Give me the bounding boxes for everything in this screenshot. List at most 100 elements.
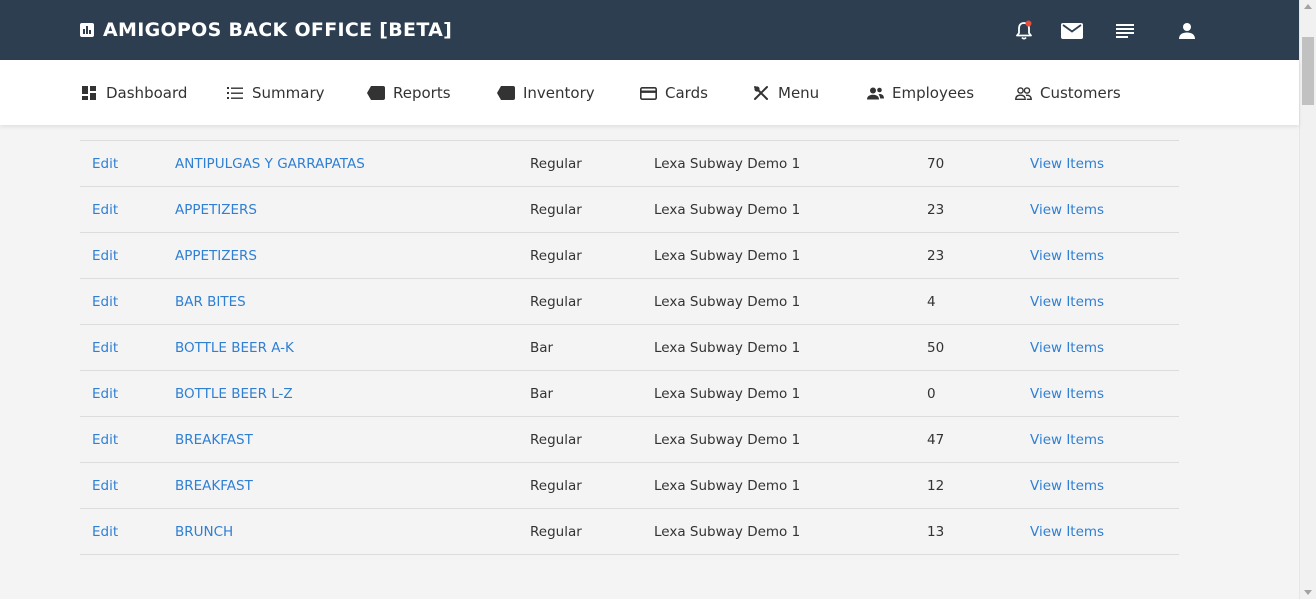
tag-icon [367, 84, 385, 102]
category-type: Regular [530, 202, 582, 218]
view-items-link[interactable]: View Items [1030, 325, 1104, 371]
nav-item-employees[interactable]: Employees [866, 83, 974, 103]
store-name: Lexa Subway Demo 1 [654, 202, 801, 218]
view-items-link[interactable]: View Items [1030, 509, 1104, 555]
table-row: Edit APPETIZERS Regular Lexa Subway Demo… [80, 187, 1179, 233]
edit-link[interactable]: Edit [92, 187, 118, 233]
store-name: Lexa Subway Demo 1 [654, 524, 801, 540]
item-count: 47 [927, 432, 945, 448]
table-row: Edit BOTTLE BEER L-Z Bar Lexa Subway Dem… [80, 371, 1179, 417]
bell-icon[interactable] [1013, 20, 1035, 42]
edit-link[interactable]: Edit [92, 233, 118, 279]
item-count: 70 [927, 156, 945, 172]
nav-label: Menu [778, 84, 820, 102]
table-row: Edit BOTTLE BEER A-K Bar Lexa Subway Dem… [80, 325, 1179, 371]
category-name-link[interactable]: ANTIPULGAS Y GARRAPATAS [175, 141, 365, 187]
category-name-link[interactable]: BREAKFAST [175, 417, 253, 463]
edit-link[interactable]: Edit [92, 509, 118, 555]
edit-link[interactable]: Edit [92, 279, 118, 325]
store-name: Lexa Subway Demo 1 [654, 386, 801, 402]
category-name-link[interactable]: BOTTLE BEER L-Z [175, 371, 293, 417]
scroll-down-icon[interactable] [1304, 590, 1312, 595]
category-type: Regular [530, 524, 582, 540]
category-name-link[interactable]: BOTTLE BEER A-K [175, 325, 294, 371]
nav-item-menu[interactable]: Menu [752, 83, 819, 103]
store-name: Lexa Subway Demo 1 [654, 156, 801, 172]
mail-icon[interactable] [1061, 20, 1083, 42]
edit-link[interactable]: Edit [92, 325, 118, 371]
nav-item-dashboard[interactable]: Dashboard [80, 83, 187, 103]
store-name: Lexa Subway Demo 1 [654, 478, 801, 494]
table-row: Edit BAR BITES Regular Lexa Subway Demo … [80, 279, 1179, 325]
chart-icon [80, 23, 94, 37]
nav-label: Dashboard [106, 84, 188, 102]
view-items-link[interactable]: View Items [1030, 141, 1104, 187]
nav-label: Cards [665, 84, 708, 102]
view-items-link[interactable]: View Items [1030, 417, 1104, 463]
scroll-up-icon[interactable] [1304, 4, 1312, 9]
dashboard-icon [80, 84, 98, 102]
nav-label: Customers [1040, 84, 1121, 102]
main-nav: Dashboard Summary Reports Inventory Card… [0, 60, 1299, 125]
category-type: Regular [530, 294, 582, 310]
view-items-link[interactable]: View Items [1030, 371, 1104, 417]
category-name-link[interactable]: BRUNCH [175, 509, 233, 555]
app-title: AMIGOPOS BACK OFFICE [BETA] [103, 19, 453, 41]
people-outline-icon [1014, 84, 1032, 102]
item-count: 13 [927, 524, 945, 540]
item-count: 0 [927, 386, 936, 402]
category-type: Regular [530, 248, 582, 264]
view-items-link[interactable]: View Items [1030, 233, 1104, 279]
nav-label: Inventory [523, 84, 595, 102]
nav-item-summary[interactable]: Summary [226, 83, 325, 103]
edit-link[interactable]: Edit [92, 417, 118, 463]
category-type: Regular [530, 432, 582, 448]
utensils-icon [752, 84, 770, 102]
nav-item-inventory[interactable]: Inventory [497, 83, 595, 103]
item-count: 50 [927, 340, 945, 356]
view-items-link[interactable]: View Items [1030, 279, 1104, 325]
page-scrollbar[interactable] [1299, 0, 1316, 599]
table-row: Edit ANTIPULGAS Y GARRAPATAS Regular Lex… [80, 141, 1179, 187]
category-type: Regular [530, 478, 582, 494]
nav-item-reports[interactable]: Reports [367, 83, 451, 103]
nav-item-customers[interactable]: Customers [1014, 83, 1121, 103]
category-type: Regular [530, 156, 582, 172]
view-items-link[interactable]: View Items [1030, 463, 1104, 509]
category-type: Bar [530, 340, 554, 356]
store-name: Lexa Subway Demo 1 [654, 294, 801, 310]
category-name-link[interactable]: BAR BITES [175, 279, 246, 325]
item-count: 23 [927, 202, 945, 218]
nav-label: Summary [252, 84, 325, 102]
item-count: 12 [927, 478, 945, 494]
store-name: Lexa Subway Demo 1 [654, 340, 801, 356]
nav-item-cards[interactable]: Cards [639, 83, 708, 103]
item-count: 4 [927, 294, 936, 310]
top-header: AMIGOPOS BACK OFFICE [BETA] [0, 0, 1299, 60]
store-name: Lexa Subway Demo 1 [654, 432, 801, 448]
edit-link[interactable]: Edit [92, 141, 118, 187]
view-items-link[interactable]: View Items [1030, 187, 1104, 233]
table-row: Edit APPETIZERS Regular Lexa Subway Demo… [80, 233, 1179, 279]
user-icon[interactable] [1176, 20, 1198, 42]
category-name-link[interactable]: BREAKFAST [175, 463, 253, 509]
card-icon [639, 84, 657, 102]
notification-dot [1025, 20, 1032, 27]
category-type: Bar [530, 386, 554, 402]
edit-link[interactable]: Edit [92, 371, 118, 417]
brand[interactable]: AMIGOPOS BACK OFFICE [BETA] [80, 19, 452, 41]
category-name-link[interactable]: APPETIZERS [175, 233, 257, 279]
scroll-thumb[interactable] [1302, 37, 1314, 105]
nav-label: Reports [393, 84, 451, 102]
edit-link[interactable]: Edit [92, 463, 118, 509]
nav-label: Employees [892, 84, 975, 102]
list-icon [226, 84, 244, 102]
table-row: Edit BREAKFAST Regular Lexa Subway Demo … [80, 417, 1179, 463]
table-row: Edit BRUNCH Regular Lexa Subway Demo 1 1… [80, 509, 1179, 555]
notes-icon[interactable] [1114, 20, 1136, 42]
item-count: 23 [927, 248, 945, 264]
category-name-link[interactable]: APPETIZERS [175, 187, 257, 233]
store-name: Lexa Subway Demo 1 [654, 248, 801, 264]
people-icon [866, 84, 884, 102]
tag-icon [497, 84, 515, 102]
